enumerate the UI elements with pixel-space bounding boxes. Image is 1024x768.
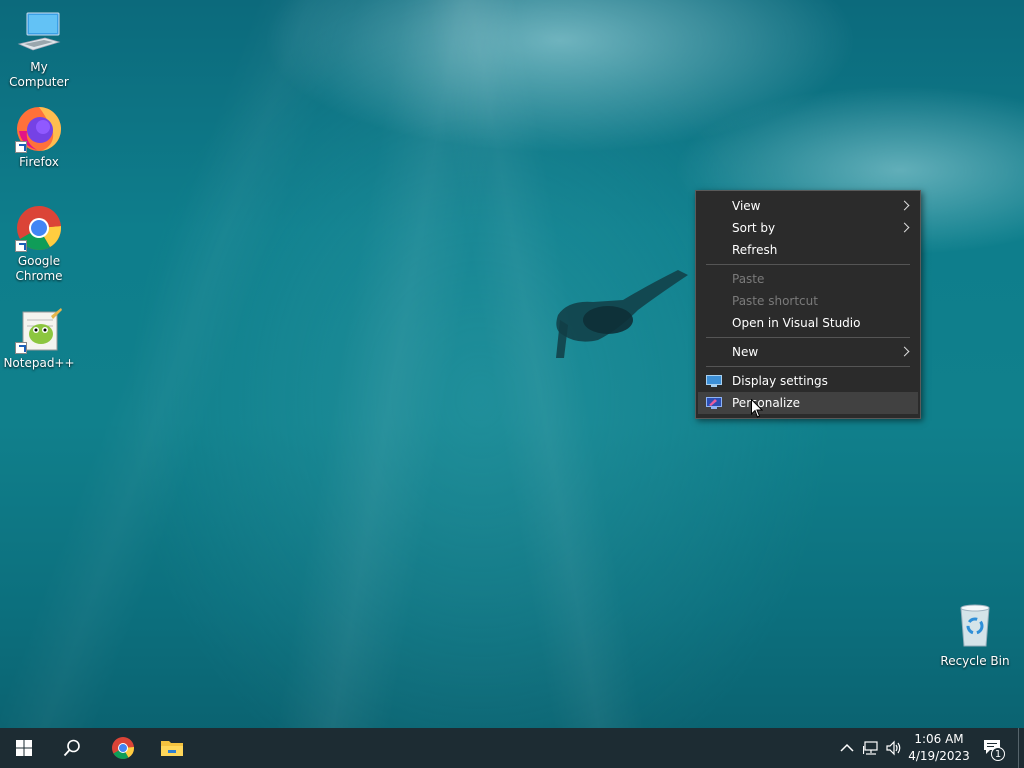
desktop-icon-label: Firefox bbox=[19, 155, 59, 169]
windows-start-icon bbox=[16, 740, 32, 756]
search-button[interactable] bbox=[48, 728, 96, 768]
menu-item-paste-shortcut: Paste shortcut bbox=[698, 290, 918, 312]
desktop-icon-recycle-bin[interactable]: Recycle Bin bbox=[937, 602, 1013, 668]
chevron-right-icon bbox=[899, 222, 910, 233]
start-button[interactable] bbox=[0, 728, 48, 768]
show-desktop-button[interactable] bbox=[1018, 728, 1024, 768]
taskbar-file-explorer-button[interactable] bbox=[148, 728, 196, 768]
chevron-right-icon bbox=[899, 346, 910, 357]
notepad-plus-plus-icon bbox=[15, 306, 63, 354]
menu-item-sort-by[interactable]: Sort by bbox=[698, 217, 918, 239]
menu-separator bbox=[706, 264, 910, 265]
menu-item-label: Display settings bbox=[732, 374, 828, 388]
menu-separator bbox=[706, 366, 910, 367]
menu-separator bbox=[706, 337, 910, 338]
personalize-icon bbox=[706, 397, 722, 409]
chrome-icon bbox=[15, 204, 63, 252]
desktop-icon-label: Notepad++ bbox=[3, 356, 75, 370]
chrome-icon bbox=[112, 737, 134, 759]
notification-count-badge: 1 bbox=[991, 747, 1005, 761]
desktop-icon-label: Recycle Bin bbox=[940, 654, 1010, 668]
action-center-button[interactable]: 1 bbox=[981, 728, 1011, 768]
taskbar: 1:06 AM 4/19/2023 1 bbox=[0, 728, 1024, 768]
desktop-icon-my-computer[interactable]: My Computer bbox=[1, 10, 77, 90]
menu-item-label: Personalize bbox=[732, 396, 801, 410]
menu-item-personalize[interactable]: Personalize bbox=[698, 392, 918, 414]
network-icon[interactable] bbox=[863, 740, 879, 756]
menu-item-refresh[interactable]: Refresh bbox=[698, 239, 918, 261]
wallpaper-swimmer bbox=[556, 270, 688, 358]
menu-item-label: New bbox=[732, 345, 759, 359]
menu-item-label: Open in Visual Studio bbox=[732, 316, 861, 330]
computer-icon bbox=[15, 10, 63, 58]
menu-item-label: Refresh bbox=[732, 243, 778, 257]
mouse-pointer-icon bbox=[751, 399, 763, 418]
menu-item-label: Paste bbox=[732, 272, 765, 286]
chevron-right-icon bbox=[899, 200, 910, 211]
desktop-icon-firefox[interactable]: Firefox bbox=[1, 105, 77, 170]
recycle-bin-icon bbox=[951, 602, 999, 650]
desktop-icon-google-chrome[interactable]: Google Chrome bbox=[1, 204, 77, 284]
display-settings-icon bbox=[706, 375, 722, 387]
desktop-icon-label: Google Chrome bbox=[15, 254, 63, 283]
desktop-icon-label: My Computer bbox=[9, 60, 69, 89]
shortcut-arrow-icon bbox=[15, 342, 27, 354]
search-icon bbox=[63, 739, 80, 757]
clock-date: 4/19/2023 bbox=[908, 749, 970, 763]
menu-item-label: Sort by bbox=[732, 221, 776, 235]
menu-item-label: View bbox=[732, 199, 761, 213]
desktop-context-menu: View Sort by Refresh Paste Paste shortcu… bbox=[695, 190, 921, 419]
firefox-icon bbox=[15, 105, 63, 153]
shortcut-arrow-icon bbox=[15, 240, 27, 252]
menu-item-view[interactable]: View bbox=[698, 195, 918, 217]
menu-item-label: Paste shortcut bbox=[732, 294, 818, 308]
desktop-icon-notepad-plus-plus[interactable]: Notepad++ bbox=[1, 306, 77, 371]
clock-time: 1:06 AM bbox=[914, 732, 964, 746]
shortcut-arrow-icon bbox=[15, 141, 27, 153]
menu-item-open-in-visual-studio[interactable]: Open in Visual Studio bbox=[698, 312, 918, 334]
chevron-up-icon[interactable] bbox=[839, 740, 855, 756]
taskbar-clock[interactable]: 1:06 AM 4/19/2023 bbox=[900, 731, 978, 765]
menu-item-paste: Paste bbox=[698, 268, 918, 290]
file-explorer-icon bbox=[161, 741, 183, 756]
menu-item-new[interactable]: New bbox=[698, 341, 918, 363]
taskbar-chrome-button[interactable] bbox=[99, 728, 147, 768]
menu-item-display-settings[interactable]: Display settings bbox=[698, 370, 918, 392]
